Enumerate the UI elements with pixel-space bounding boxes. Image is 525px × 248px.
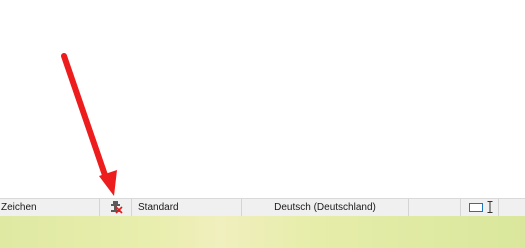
page-style[interactable]: Standard [132, 199, 242, 216]
character-count[interactable]: Zeichen [0, 199, 100, 216]
character-count-label: Zeichen [1, 202, 37, 213]
language-selector[interactable]: Deutsch (Deutschland) [242, 199, 409, 216]
insert-mode-field[interactable] [409, 199, 461, 216]
language-label: Deutsch (Deutschland) [274, 202, 376, 213]
desktop-taskbar [0, 216, 525, 248]
standard-selection-icon [469, 203, 483, 212]
zoom-slider-area[interactable] [499, 199, 525, 216]
text-cursor-icon [487, 201, 493, 213]
status-bar: Zeichen Standard Deutsch (Deutschland) [0, 198, 525, 216]
digital-signature-field[interactable] [100, 199, 132, 216]
page-style-label: Standard [138, 202, 179, 213]
selection-mode-field[interactable] [461, 199, 499, 216]
digital-signature-icon [111, 201, 123, 214]
